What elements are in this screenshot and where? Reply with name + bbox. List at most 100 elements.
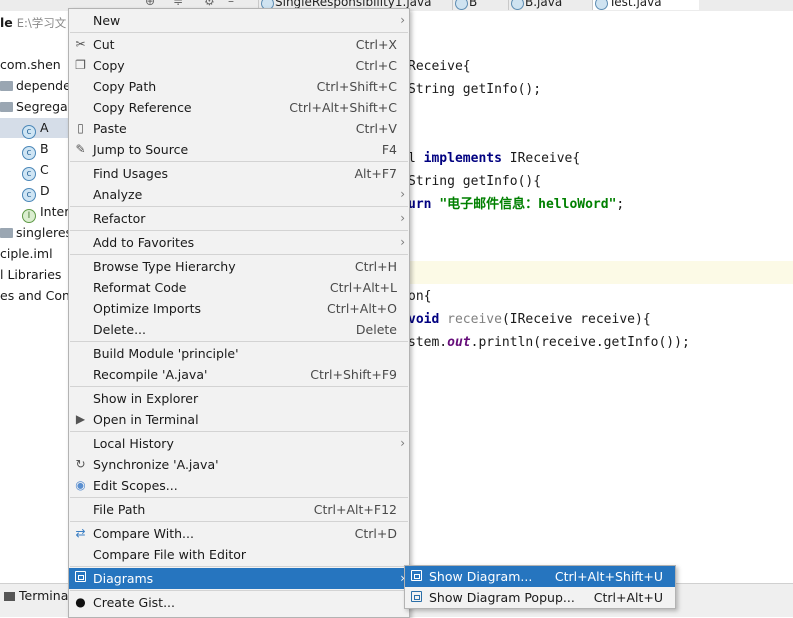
menu-item-synchronize[interactable]: ↻ Synchronize 'A.java'	[69, 454, 409, 475]
terminal-tool-button[interactable]: Termina	[0, 586, 68, 606]
menu-item-reformat-code[interactable]: Reformat Code Ctrl+Alt+L	[69, 277, 409, 298]
menu-item-find-usages[interactable]: Find Usages Alt+F7	[69, 163, 409, 184]
class-icon: c	[22, 146, 36, 160]
menu-separator	[70, 161, 408, 162]
menu-item-add-to-favorites[interactable]: Add to Favorites ›	[69, 232, 409, 253]
context-menu: New › ✂ Cut Ctrl+X ❐ Copy Ctrl+C Copy Path Ctr…	[68, 8, 410, 618]
interface-icon: I	[22, 209, 36, 223]
hide-icon[interactable]: –	[228, 0, 240, 7]
menu-item-copy[interactable]: ❐ Copy Ctrl+C	[69, 55, 409, 76]
scope-icon: ◉	[75, 478, 86, 492]
code-editor[interactable]: Receive{ String getInfo(); l implements …	[408, 11, 793, 571]
menu-item-refactor[interactable]: Refactor ›	[69, 208, 409, 229]
menu-item-browse-type-hierarchy[interactable]: Browse Type Hierarchy Ctrl+H	[69, 256, 409, 277]
code-line: String getInfo(){	[408, 174, 542, 189]
code-line: String getInfo();	[408, 82, 542, 97]
menu-item-compare-with[interactable]: ⇄ Compare With... Ctrl+D	[69, 523, 409, 544]
class-icon: c	[22, 188, 36, 202]
target-icon[interactable]: ⊕	[145, 0, 157, 7]
menu-separator	[70, 497, 408, 498]
menu-separator	[70, 386, 408, 387]
menu-item-paste[interactable]: ▯ Paste Ctrl+V	[69, 118, 409, 139]
menu-separator	[70, 590, 408, 591]
tree-item-singleres[interactable]: singleres	[0, 223, 70, 243]
tab-b-java[interactable]: B.java	[508, 0, 595, 10]
tree-item-d[interactable]: cD	[0, 181, 50, 202]
github-icon: ●	[75, 595, 86, 609]
menu-separator	[70, 431, 408, 432]
menu-separator	[70, 521, 408, 522]
menu-item-local-history[interactable]: Local History ›	[69, 433, 409, 454]
menu-item-jump-to-source[interactable]: ✎ Jump to Source F4	[69, 139, 409, 160]
tree-item-principle-iml[interactable]: ciple.iml	[0, 244, 53, 264]
menu-separator	[70, 566, 408, 567]
terminal-icon: ▶	[75, 412, 86, 426]
submenu-item-show-diagram-popup[interactable]: Show Diagram Popup... Ctrl+Alt+U	[405, 587, 675, 608]
menu-item-edit-scopes[interactable]: ◉ Edit Scopes...	[69, 475, 409, 496]
tree-item-c[interactable]: cC	[0, 160, 49, 181]
submenu-item-show-diagram[interactable]: Show Diagram... Ctrl+Alt+Shift+U	[405, 566, 675, 587]
menu-item-recompile[interactable]: Recompile 'A.java' Ctrl+Shift+F9	[69, 364, 409, 385]
code-line: stem.out.println(receive.getInfo());	[408, 335, 690, 350]
class-icon	[455, 0, 468, 10]
tree-item-com-shen[interactable]: com.shen	[0, 55, 61, 75]
menu-separator	[70, 206, 408, 207]
gear-icon[interactable]: ⚙	[204, 0, 216, 7]
folder-icon	[0, 102, 13, 112]
code-line: void receive(IReceive receive){	[408, 312, 651, 327]
menu-item-cut[interactable]: ✂ Cut Ctrl+X	[69, 34, 409, 55]
code-line: l implements IReceive{	[408, 151, 581, 166]
paste-icon: ▯	[77, 121, 84, 135]
menu-item-copy-path[interactable]: Copy Path Ctrl+Shift+C	[69, 76, 409, 97]
diagram-icon	[73, 571, 88, 586]
menu-item-new[interactable]: New ›	[69, 10, 409, 31]
tab-b-interface[interactable]: B	[452, 0, 509, 10]
code-line: on{	[408, 289, 432, 304]
diagram-icon	[409, 590, 424, 605]
menu-item-optimize-imports[interactable]: Optimize Imports Ctrl+Alt+O	[69, 298, 409, 319]
menu-item-analyze[interactable]: Analyze ›	[69, 184, 409, 205]
tree-item-scratches[interactable]: es and Cons	[0, 286, 70, 306]
project-tree: le E:\学习文 com.shen depende Segregat cA c…	[0, 11, 70, 616]
tree-item-depende[interactable]: depende	[0, 76, 70, 96]
menu-item-show-in-explorer[interactable]: Show in Explorer	[69, 388, 409, 409]
sync-icon: ↻	[75, 457, 86, 471]
tree-item-interf[interactable]: IInterF	[0, 202, 70, 223]
submenu-arrow-icon: ›	[400, 211, 405, 225]
copy-icon: ❐	[75, 58, 86, 72]
menu-item-copy-reference[interactable]: Copy Reference Ctrl+Alt+Shift+C	[69, 97, 409, 118]
class-icon: c	[22, 167, 36, 181]
menu-separator	[70, 230, 408, 231]
code-line: urn "电子邮件信息：helloWord";	[408, 197, 625, 212]
tree-item-segregat[interactable]: Segregat	[0, 97, 70, 117]
tree-item-a[interactable]: cA	[0, 118, 70, 139]
menu-item-open-in-terminal[interactable]: ▶ Open in Terminal	[69, 409, 409, 430]
tree-item-external-libraries[interactable]: l Libraries	[0, 265, 61, 285]
class-icon: c	[22, 125, 36, 139]
menu-item-compare-file-with-editor[interactable]: Compare File with Editor	[69, 544, 409, 565]
class-icon	[595, 0, 608, 10]
collapse-icon[interactable]: ≑	[173, 0, 185, 7]
menu-separator	[70, 32, 408, 33]
class-icon	[511, 0, 524, 10]
menu-item-create-gist[interactable]: ● Create Gist...	[69, 592, 409, 613]
menu-separator	[70, 254, 408, 255]
folder-icon	[0, 81, 13, 91]
diagram-icon	[409, 569, 424, 584]
submenu-arrow-icon: ›	[400, 187, 405, 201]
folder-icon	[0, 228, 13, 238]
tree-item-b[interactable]: cB	[0, 139, 49, 160]
cut-icon: ✂	[75, 37, 86, 51]
menu-item-diagrams[interactable]: Diagrams ›	[69, 568, 409, 589]
menu-item-delete[interactable]: Delete... Delete	[69, 319, 409, 340]
menu-item-file-path[interactable]: File Path Ctrl+Alt+F12	[69, 499, 409, 520]
submenu-arrow-icon: ›	[400, 436, 405, 450]
diagrams-submenu: Show Diagram... Ctrl+Alt+Shift+U Show Dia…	[404, 565, 676, 609]
submenu-arrow-icon: ›	[400, 235, 405, 249]
submenu-arrow-icon: ›	[400, 13, 405, 27]
menu-item-build-module[interactable]: Build Module 'principle'	[69, 343, 409, 364]
compare-icon: ⇄	[75, 526, 86, 540]
project-root[interactable]: le E:\学习文	[0, 13, 66, 33]
current-line-highlight	[408, 261, 793, 284]
tab-test-java[interactable]: Test.java	[592, 0, 699, 10]
